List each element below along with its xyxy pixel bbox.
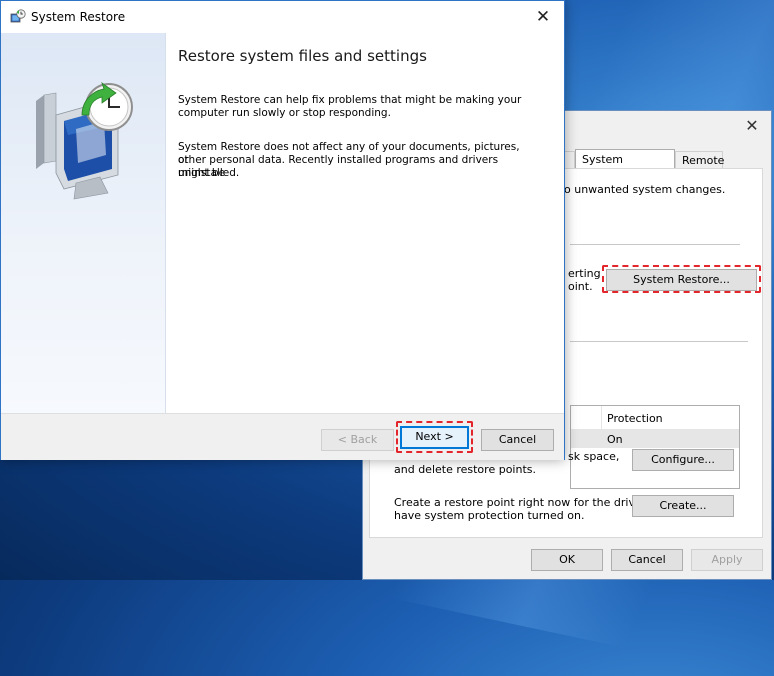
create-button[interactable]: Create... xyxy=(632,495,734,517)
list-item[interactable]: On xyxy=(571,430,739,448)
configure-text-partial: sk space, xyxy=(568,450,620,463)
divider xyxy=(570,244,740,245)
system-restore-icon xyxy=(10,9,26,23)
tab-remote[interactable]: Remote xyxy=(675,151,724,168)
system-restore-graphic xyxy=(36,81,133,200)
partial-description: o unwanted system changes. xyxy=(564,183,726,196)
system-restore-window: System Restore ✕ Restore system files an… xyxy=(0,0,565,460)
next-button[interactable]: Next > xyxy=(400,426,469,449)
back-button[interactable]: < Back xyxy=(321,429,394,451)
description-line: System Restore can help fix problems tha… xyxy=(178,94,522,106)
column-protection[interactable]: Protection xyxy=(607,412,663,425)
drive-list[interactable]: Protection On xyxy=(570,405,740,489)
configure-button[interactable]: Configure... xyxy=(632,449,734,471)
description-line: uninstalled. xyxy=(178,167,240,179)
title-bar[interactable]: System Restore ✕ xyxy=(1,1,564,33)
configure-text: and delete restore points. xyxy=(394,463,536,476)
partial-restore-text-1: erting xyxy=(568,267,601,280)
close-icon[interactable]: ✕ xyxy=(533,6,553,28)
cancel-button[interactable]: Cancel xyxy=(481,429,554,451)
list-header: Protection xyxy=(571,406,739,430)
ok-button[interactable]: OK xyxy=(531,549,603,571)
system-restore-button[interactable]: System Restore... xyxy=(606,269,757,291)
create-text-2: have system protection turned on. xyxy=(394,509,585,522)
close-icon[interactable]: ✕ xyxy=(743,117,761,135)
description-line: computer run slowly or stop responding. xyxy=(178,107,391,119)
window-title: System Restore xyxy=(31,10,126,24)
protection-status: On xyxy=(607,433,623,446)
tab-system-protection[interactable]: System Protection xyxy=(575,149,675,185)
divider xyxy=(570,341,748,342)
side-panel xyxy=(1,33,166,413)
apply-button[interactable]: Apply xyxy=(691,549,763,571)
button-bar: < Back Next > Cancel xyxy=(1,413,564,460)
page-title: Restore system files and settings xyxy=(178,47,427,65)
partial-restore-text-2: oint. xyxy=(568,280,593,293)
cancel-button[interactable]: Cancel xyxy=(611,549,683,571)
